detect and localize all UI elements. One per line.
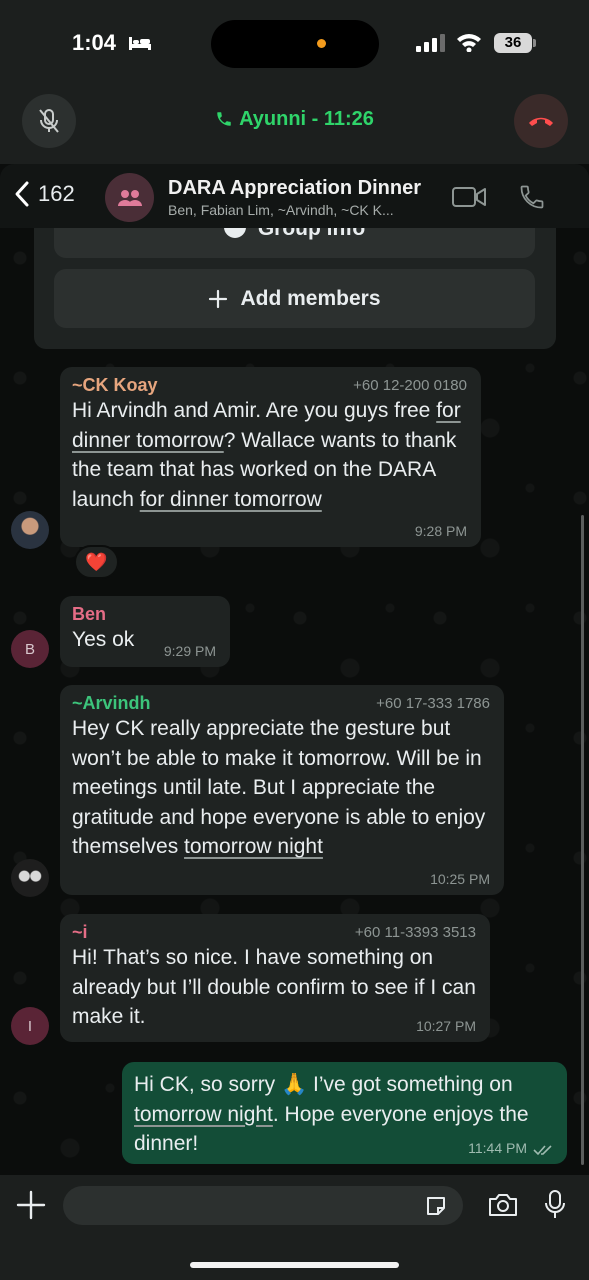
chevron-left-icon <box>15 181 29 207</box>
end-call-button[interactable] <box>514 94 568 148</box>
message-sender: Ben <box>72 604 107 624</box>
status-time: 1:04 <box>72 30 117 55</box>
video-call-icon[interactable] <box>451 185 487 209</box>
message-bubble[interactable]: ~CK Koay +60 12-200 0180 Hi Arvindh and … <box>60 367 481 547</box>
call-status[interactable]: Ayunni - 11:26 <box>0 108 589 131</box>
sender-phone: +60 17-333 1786 <box>376 695 490 712</box>
message-time: 9:28 PM <box>414 523 467 539</box>
avatar-initial: B <box>24 640 35 658</box>
group-icon <box>117 189 142 206</box>
message-text: Hi Arvindh and Amir. Are you guys free f… <box>72 399 461 511</box>
date-link[interactable]: tomorrow night <box>134 1103 273 1126</box>
camera-icon[interactable] <box>487 1192 519 1218</box>
microphone-icon[interactable] <box>544 1189 566 1221</box>
i-avatar[interactable]: I <box>11 1007 49 1045</box>
group-members-list[interactable]: Ben, Fabian Lim, ~Arvindh, ~CK K... <box>168 202 438 218</box>
message-time: 11:44 PM <box>468 1140 527 1156</box>
message-time: 10:25 PM <box>430 871 490 887</box>
info-icon <box>223 228 246 238</box>
phone-icon <box>217 112 231 126</box>
message-time: 9:29 PM <box>163 643 216 659</box>
group-name[interactable]: DARA Appreciation Dinner <box>168 177 421 200</box>
scrollbar[interactable] <box>581 515 584 1165</box>
home-indicator[interactable] <box>190 1262 399 1268</box>
ben-avatar[interactable]: B <box>11 630 49 668</box>
sender-phone: +60 11-3393 3513 <box>354 924 476 941</box>
battery-indicator: 36 <box>494 33 532 53</box>
avatar-initial: I <box>27 1017 33 1035</box>
sender-phone: +60 12-200 0180 <box>353 377 467 394</box>
date-link[interactable]: tomorrow night <box>184 835 323 858</box>
message-input[interactable] <box>63 1186 463 1225</box>
add-members-button[interactable]: Add members <box>54 269 535 328</box>
battery-nub <box>533 39 536 47</box>
message-time: 10:27 PM <box>416 1018 476 1034</box>
cellular-signal-icon <box>416 34 445 52</box>
add-members-label: Add members <box>240 286 381 310</box>
unread-count: 162 <box>38 181 75 206</box>
voice-call-icon[interactable] <box>518 183 546 211</box>
message-text: Hey CK really appreciate the gesture but… <box>72 717 486 858</box>
heart-reaction: ❤️ <box>85 552 108 572</box>
ck-koay-avatar[interactable] <box>11 511 49 549</box>
outgoing-message-bubble[interactable]: Hi CK, so sorry 🙏 I’ve got something on … <box>122 1062 567 1164</box>
arvindh-avatar[interactable] <box>11 859 49 897</box>
delivered-ticks-icon <box>533 1145 552 1156</box>
message-bubble[interactable]: ~i +60 11-3393 3513 Hi! That’s so nice. … <box>60 914 490 1042</box>
call-status-label: Ayunni - 11:26 <box>239 108 374 130</box>
sleep-focus-icon <box>129 37 151 50</box>
sticker-icon[interactable] <box>424 1194 448 1218</box>
reaction-badge[interactable]: ❤️ <box>74 545 119 579</box>
wifi-icon <box>457 34 481 52</box>
mic-indicator-dot <box>317 39 326 48</box>
plus-icon <box>209 289 228 308</box>
message-bubble[interactable]: Ben Yes ok 9:29 PM <box>60 596 230 667</box>
back-button[interactable]: 162 <box>14 180 75 208</box>
group-avatar[interactable] <box>105 173 154 222</box>
message-bubble[interactable]: ~Arvindh +60 17-333 1786 Hey CK really a… <box>60 685 504 895</box>
dynamic-island <box>211 20 379 68</box>
group-info-label: Group info <box>257 228 366 240</box>
attach-plus-icon[interactable] <box>15 1189 47 1221</box>
group-info-button[interactable]: Group info <box>54 228 535 258</box>
hang-up-icon <box>529 117 553 126</box>
date-link[interactable]: for dinner tomorrow <box>140 488 322 511</box>
